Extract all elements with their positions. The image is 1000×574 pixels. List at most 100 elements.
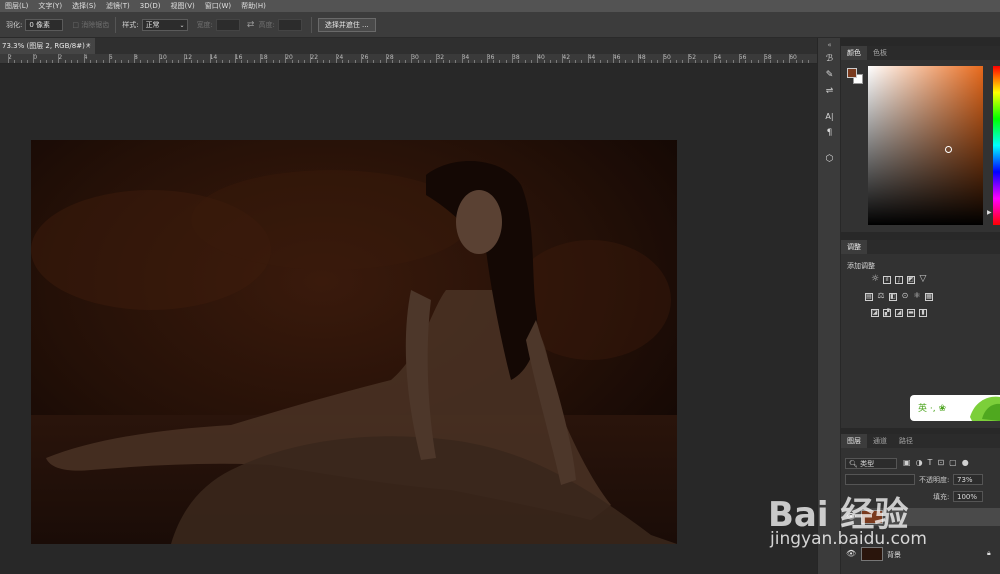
color-panel-tabs: 颜色 色板 [841, 46, 1000, 60]
exposure-icon[interactable]: ◩ [907, 276, 915, 284]
ruler-tick [499, 60, 501, 63]
tab-channels[interactable]: 通道 [867, 434, 893, 448]
width-input[interactable] [215, 18, 240, 31]
ruler-tick [543, 60, 545, 63]
adjustment-filter-icon[interactable]: ◑ [916, 458, 923, 467]
selective-color-icon[interactable]: ▬ [907, 309, 915, 317]
color-lookup-icon[interactable]: ▦ [925, 293, 933, 301]
character-icon[interactable]: A| [818, 110, 841, 124]
blend-mode-select[interactable] [845, 474, 915, 485]
ruler-tick [96, 60, 98, 63]
tab-swatches[interactable]: 色板 [867, 46, 893, 60]
ruler-tick [26, 60, 28, 63]
ruler-tick [562, 54, 564, 63]
swap-icon[interactable]: ⇄ [247, 20, 255, 30]
ruler-tick [197, 60, 198, 63]
black-white-icon[interactable]: ◧ [889, 293, 897, 301]
layer-filter-value: 类型 [860, 460, 875, 468]
menu-window[interactable]: 窗口(W) [200, 1, 236, 11]
ruler-tick [285, 54, 287, 63]
layer-filter-select[interactable]: 🔍︎ 类型 [845, 458, 897, 469]
image-filter-icon[interactable]: ▣ [903, 458, 911, 467]
ruler-tick [140, 60, 142, 63]
menu-view[interactable]: 视图(V) [165, 1, 199, 11]
tab-color[interactable]: 颜色 [841, 46, 867, 60]
ruler-tick [121, 60, 123, 63]
gradient-map-icon[interactable]: ▮ [919, 309, 927, 317]
ruler-tick [127, 60, 129, 63]
invert-icon[interactable]: ◪ [871, 309, 879, 317]
collapse-panels-icon[interactable]: « [818, 38, 841, 52]
ruler-tick [228, 60, 230, 63]
horizontal-ruler[interactable]: 2 0 2 4 6 8 10 12 14 16 18 20 22 24 26 28 30 32 34 36 38 40 42… [0, 54, 817, 64]
ruler-tick [272, 60, 274, 63]
ruler-tick [52, 60, 54, 63]
ruler-tick [474, 60, 476, 63]
ruler-tick [39, 60, 41, 63]
ruler-tick [663, 54, 665, 63]
tab-layers[interactable]: 图层 [841, 434, 867, 448]
ruler-tick [222, 60, 224, 63]
3d-cube-icon[interactable]: ⬡ [818, 152, 841, 166]
filter-toggle-icon[interactable]: ● [962, 458, 969, 467]
posterize-icon[interactable]: ▞ [883, 309, 891, 317]
threshold-icon[interactable]: ◢ [895, 309, 903, 317]
ruler-tick [209, 54, 211, 63]
ruler-tick [71, 60, 72, 63]
tab-adjustments[interactable]: 调整 [841, 240, 867, 254]
color-field[interactable] [868, 66, 983, 225]
menu-layer[interactable]: 图层(L) [0, 1, 33, 11]
select-and-mask-button[interactable]: 选择并遮住 ... [317, 17, 376, 32]
adjust-sliders-icon[interactable]: ⇌ [818, 84, 841, 98]
menu-filter[interactable]: 滤镜(T) [101, 1, 135, 11]
menu-3d[interactable]: 3D(D) [135, 2, 166, 10]
menu-help[interactable]: 帮助(H) [236, 1, 271, 11]
ruler-tick [442, 60, 444, 63]
type-filter-icon[interactable]: T [928, 458, 933, 467]
adjustments-panel-tabs: 调整 [841, 240, 1000, 254]
ruler-tick [568, 60, 570, 63]
ruler-tick [379, 60, 381, 63]
foreground-color-swatch[interactable] [847, 68, 857, 78]
banner-text: 英 ·, ❀ [918, 404, 946, 414]
ruler-tick [745, 60, 747, 63]
color-picker-handle[interactable] [945, 146, 952, 153]
curves-icon[interactable]: ∫ [895, 276, 903, 284]
color-balance-icon[interactable]: ⚖ [877, 292, 885, 301]
brightness-contrast-icon[interactable]: ☼ [871, 275, 879, 284]
divider [115, 16, 117, 33]
menu-type[interactable]: 文字(Y) [33, 1, 67, 11]
tab-paths[interactable]: 路径 [893, 434, 919, 448]
document-image[interactable] [31, 140, 677, 544]
hue-saturation-icon[interactable]: ▤ [865, 293, 873, 301]
ruler-tick [625, 60, 627, 63]
opacity-input[interactable]: 73% [953, 474, 983, 485]
ruler-tick [341, 60, 343, 63]
opacity-label: 不透明度: [919, 476, 950, 484]
vibrance-icon[interactable]: ▽ [919, 275, 927, 284]
channel-mixer-icon[interactable]: ⚛ [913, 292, 921, 301]
document-tab[interactable]: 73.3% (图层 2, RGB/8#) * × [0, 38, 95, 54]
width-label: 宽度: [196, 20, 213, 29]
ruler-tick [600, 60, 602, 63]
height-input[interactable] [277, 18, 302, 31]
photo-filter-icon[interactable]: ⊙ [901, 292, 909, 301]
antialias-checkbox[interactable]: □ 消除锯齿 [72, 20, 109, 30]
hue-slider[interactable] [993, 66, 1000, 225]
levels-icon[interactable]: ıl [883, 276, 891, 284]
style-select[interactable]: 正常 ⌄ [141, 18, 188, 31]
feather-input[interactable]: 0 像素 [25, 18, 64, 31]
ruler-tick [789, 54, 791, 63]
ruler-tick [675, 60, 677, 63]
shape-filter-icon[interactable]: ⊡ [937, 458, 944, 467]
menu-select[interactable]: 选择(S) [67, 1, 101, 11]
ruler-tick [411, 54, 413, 63]
close-icon[interactable]: × [85, 38, 91, 54]
history-icon[interactable]: ℬ [818, 52, 841, 66]
paragraph-icon[interactable]: ¶ [818, 126, 841, 140]
smart-object-filter-icon[interactable]: ▢ [949, 458, 957, 467]
brush-icon[interactable]: ✎ [818, 68, 841, 82]
ruler-tick [701, 60, 702, 63]
ruler-tick [178, 60, 180, 63]
ruler-tick [20, 60, 22, 63]
